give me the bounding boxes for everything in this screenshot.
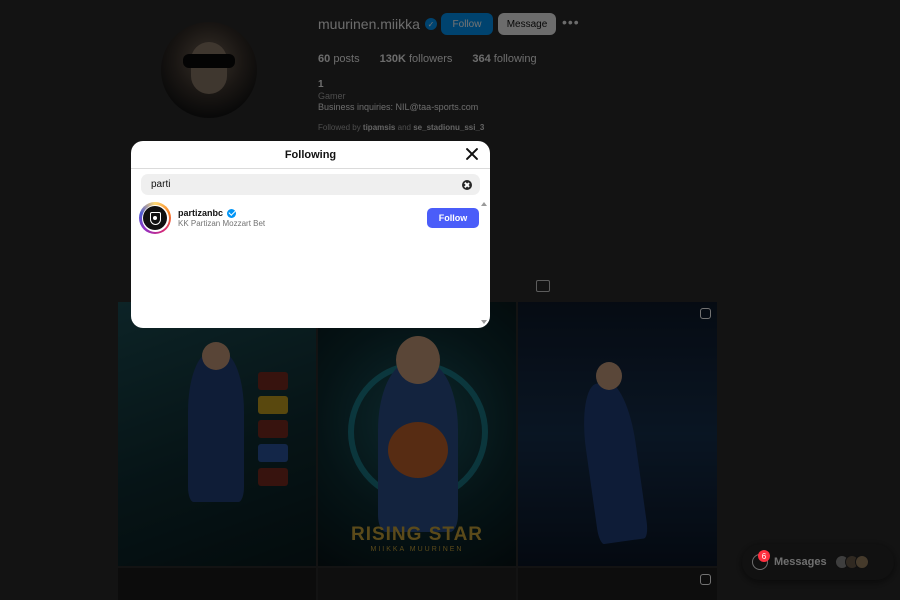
post-tile[interactable] bbox=[318, 568, 516, 600]
post-player-figure bbox=[577, 379, 649, 545]
result-name-row: partizanbc bbox=[178, 208, 265, 218]
profile-message-button[interactable]: Message bbox=[498, 13, 556, 35]
avatar bbox=[854, 555, 869, 569]
club-crest-icon bbox=[149, 211, 161, 225]
avatar-face bbox=[191, 42, 227, 94]
following-count: 364 bbox=[472, 53, 491, 65]
post-title-text: RISING STAR bbox=[350, 524, 484, 545]
clear-search-icon[interactable] bbox=[462, 179, 472, 190]
posts-grid: RISING STAR MIIKKA MUURINEN bbox=[118, 302, 717, 600]
list-item[interactable]: partizanbc KK Partizan Mozzart Bet bbox=[139, 201, 472, 235]
post-player-head bbox=[202, 342, 230, 370]
profile-username-row: muurinen.miikka ✓ bbox=[318, 16, 437, 32]
following-label: following bbox=[493, 53, 537, 65]
tagged-tab-icon[interactable] bbox=[536, 280, 550, 292]
post-tile[interactable] bbox=[518, 302, 717, 566]
bio-email: Business inquiries: NIL@taa-sports.com bbox=[318, 102, 479, 112]
followed-by-prefix: Followed by bbox=[318, 123, 361, 132]
posts-stat[interactable]: 60 posts bbox=[318, 53, 360, 65]
post-tile[interactable] bbox=[118, 568, 316, 600]
followed-by-and: and bbox=[397, 123, 411, 132]
verified-badge-icon: ✓ bbox=[424, 18, 437, 30]
followed-by[interactable]: Followed by tipamsis and se_stadionu_ssi… bbox=[318, 123, 484, 132]
more-options-icon[interactable]: ••• bbox=[562, 14, 580, 30]
profile-stats: 60 posts 130K followers 364 following bbox=[318, 53, 537, 65]
result-full-name: KK Partizan Mozzart Bet bbox=[178, 219, 266, 228]
messages-unread-badge: 6 bbox=[758, 550, 770, 562]
scroll-up-arrow-icon[interactable] bbox=[481, 202, 487, 206]
post-player-head bbox=[596, 362, 622, 390]
message-avatars bbox=[834, 555, 869, 569]
verified-badge-icon bbox=[227, 208, 237, 218]
followers-stat[interactable]: 130K followers bbox=[380, 53, 453, 65]
reel-icon bbox=[700, 308, 711, 319]
followed-by-user: se_stadionu_ssi_3 bbox=[413, 123, 485, 132]
following-stat[interactable]: 364 following bbox=[472, 53, 536, 65]
followers-label: followers bbox=[408, 53, 453, 65]
result-text: partizanbc KK Partizan Mozzart Bet bbox=[178, 208, 265, 228]
post-tile[interactable] bbox=[118, 302, 316, 566]
scroll-down-arrow-icon[interactable] bbox=[481, 320, 487, 324]
bio-name: 1 bbox=[318, 79, 324, 90]
dialog-title: Following bbox=[284, 148, 337, 161]
avatar[interactable] bbox=[139, 202, 171, 234]
avatar-sunglasses bbox=[183, 54, 235, 68]
posts-count: 60 bbox=[318, 53, 331, 65]
post-player-figure bbox=[188, 352, 244, 502]
follow-button[interactable]: Follow bbox=[427, 208, 479, 228]
post-tile[interactable]: RISING STAR MIIKKA MUURINEN bbox=[318, 302, 516, 566]
close-icon[interactable] bbox=[464, 146, 480, 162]
followed-by-user: tipamsis bbox=[362, 123, 396, 132]
post-college-logos bbox=[258, 372, 288, 502]
posts-label: posts bbox=[333, 53, 360, 65]
post-tile[interactable] bbox=[518, 568, 717, 600]
search-bar[interactable] bbox=[141, 174, 480, 195]
search-input[interactable] bbox=[151, 179, 462, 190]
post-player-head bbox=[396, 336, 440, 384]
following-dialog: Following partizanbc KK Partizan Mozzart… bbox=[131, 141, 490, 328]
profile-avatar[interactable] bbox=[161, 22, 257, 118]
followers-count: 130K bbox=[379, 53, 406, 65]
profile-username: muurinen.miikka bbox=[318, 16, 420, 32]
result-username[interactable]: partizanbc bbox=[178, 208, 223, 218]
basketball-graphic bbox=[388, 422, 448, 478]
dialog-header: Following bbox=[131, 141, 490, 169]
reel-icon bbox=[700, 574, 711, 585]
bio-category: Gamer bbox=[318, 91, 346, 101]
messages-label: Messages bbox=[774, 556, 827, 568]
post-subtitle-text: MIIKKA MUURINEN bbox=[370, 546, 464, 553]
profile-follow-button[interactable]: Follow bbox=[441, 13, 493, 35]
